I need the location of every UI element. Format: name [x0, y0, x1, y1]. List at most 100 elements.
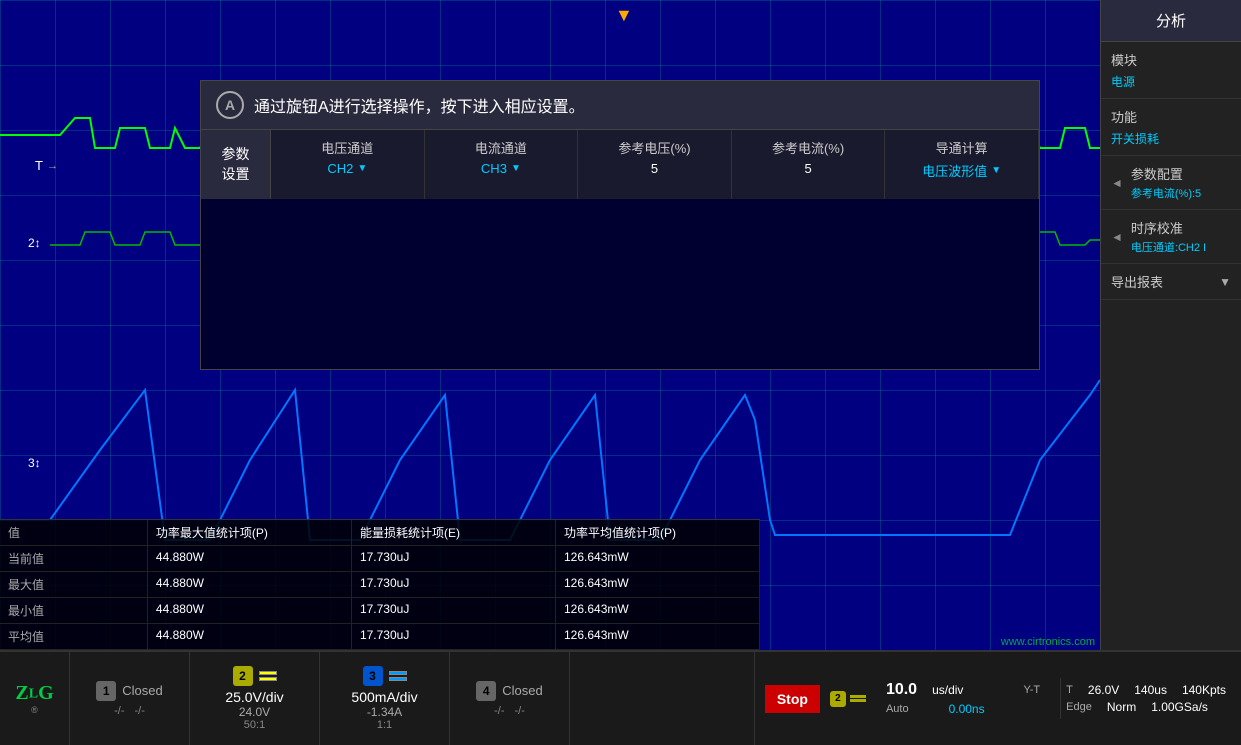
time-calibrate-sub: 电压通道:CH2 I: [1131, 239, 1231, 255]
param-col-header-ref-voltage: 参考电压(%): [618, 138, 690, 157]
stats-pavg-2: 126.643mW: [556, 598, 760, 623]
toolbar-spacer: [570, 652, 754, 745]
popup-header: A 通过旋钮A进行选择操作，按下进入相应设置。: [201, 81, 1039, 130]
trigger-arrow: ▼: [615, 5, 633, 26]
param-col-current[interactable]: 电流通道 CH3 ▼: [425, 130, 579, 199]
oscilloscope-display: ▼ T → 2↕ 3↕ A 通过旋钮A进行选择操作，按下进入相应设置。 参数设置…: [0, 0, 1100, 650]
stats-pmax-2: 44.880W: [148, 598, 352, 623]
ch1-sub1: -/-: [114, 705, 124, 717]
module-label: 模块: [1111, 50, 1231, 69]
popup-title: 通过旋钮A进行选择操作，按下进入相应设置。: [254, 93, 585, 117]
param-col-conduction-calc[interactable]: 导通计算 电压波形值 ▼: [885, 130, 1039, 199]
param-col-value-ref-voltage: 5: [651, 161, 658, 176]
trigger-t-label: T: [1066, 684, 1073, 696]
stats-pavg-0: 126.643mW: [556, 546, 760, 571]
stats-energy-0: 17.730uJ: [352, 546, 556, 571]
param-col-voltage[interactable]: 电压通道 CH2 ▼: [271, 130, 425, 199]
channel-1-section: 1 Closed -/- -/-: [70, 652, 190, 745]
norm-label: Norm: [1107, 700, 1136, 714]
param-col-header-ref-current: 参考电流(%): [772, 138, 844, 157]
sample-rate: 1.00GSa/s: [1151, 700, 1208, 714]
param-config-arrow: ◄: [1111, 176, 1123, 190]
param-col-header-current: 电流通道: [475, 138, 527, 157]
popup-content: [201, 199, 1039, 369]
stop-button[interactable]: Stop: [765, 685, 820, 713]
auto-label: Auto: [886, 703, 909, 715]
switch-loss-label: 开关损耗: [1111, 130, 1231, 147]
stats-table: 值 功率最大值统计项(P) 能量损耗统计项(E) 功率平均值统计项(P) 当前值…: [0, 519, 760, 650]
stats-header-label: 值: [0, 520, 148, 545]
power-label: 电源: [1111, 73, 1231, 90]
stats-pavg-1: 126.643mW: [556, 572, 760, 597]
param-table: 参数设置 电压通道 CH2 ▼ 电流通道 CH3 ▼ 参考电压(%) 5: [201, 130, 1039, 199]
channel-2-section: 2 25.0V/div 24.0V 50:1: [190, 652, 320, 745]
ch2-trigger-badge: 2: [830, 691, 846, 707]
param-col-value-ref-current: 5: [804, 161, 811, 176]
ch1-badge: 1: [96, 681, 116, 701]
ch3-marker: 3↕: [28, 455, 41, 470]
stop-section: Stop 2 10.0 us/div Y-T Auto 0.00ns: [754, 652, 1241, 745]
export-report-text: 导出报表: [1111, 272, 1163, 291]
ch4-badge: 4: [476, 681, 496, 701]
popup-icon: A: [216, 91, 244, 119]
ch4-status: Closed: [502, 683, 542, 698]
bottom-toolbar: ZLG ® 1 Closed -/- -/- 2 25.0V/div 24.0V…: [0, 650, 1241, 745]
stats-pmax-3: 44.880W: [148, 624, 352, 649]
time-calibrate-arrow: ◄: [1111, 230, 1123, 244]
param-config-sub: 参考电流(%):5: [1131, 185, 1231, 201]
stats-pmax-0: 44.880W: [148, 546, 352, 571]
stats-header-row: 值 功率最大值统计项(P) 能量损耗统计项(E) 功率平均值统计项(P): [0, 520, 760, 546]
function-label: 功能: [1111, 107, 1231, 126]
bottom-right-info: 10.0 us/div Y-T Auto 0.00ns: [876, 676, 1050, 721]
watermark: www.cirtronics.com: [1001, 636, 1095, 648]
ch2-indicator-group: 2: [830, 691, 866, 707]
ch2-marker: 2↕: [28, 235, 41, 250]
stats-energy-3: 17.730uJ: [352, 624, 556, 649]
edge-type-label: Edge: [1066, 701, 1092, 713]
right-panel: 分析 模块 电源 功能 开关损耗 ◄ 参数配置 参考电流(%):5 ◄ 时序校准…: [1100, 0, 1241, 650]
param-col-value-conduction: 电压波形值 ▼: [922, 161, 1001, 180]
export-report-item[interactable]: 导出报表 ▼: [1101, 264, 1241, 300]
stats-label-2: 最小值: [0, 598, 148, 623]
stats-row-2: 最小值 44.880W 17.730uJ 126.643mW: [0, 598, 760, 624]
ch2-badge: 2: [233, 666, 253, 686]
t-marker: T →: [35, 158, 58, 173]
stats-row-0: 当前值 44.880W 17.730uJ 126.643mW: [0, 546, 760, 572]
popup-dialog: A 通过旋钮A进行选择操作，按下进入相应设置。 参数设置 电压通道 CH2 ▼ …: [200, 80, 1040, 370]
channel-3-section: 3 500mA/div -1.34A 1:1: [320, 652, 450, 745]
trigger-pts: 140Kpts: [1182, 683, 1226, 697]
y-t-label: Y-T: [1023, 684, 1040, 696]
ch1-status: Closed: [122, 683, 162, 698]
time-calibrate-item[interactable]: ◄ 时序校准 电压通道:CH2 I: [1101, 210, 1241, 264]
param-col-ref-voltage[interactable]: 参考电压(%) 5: [578, 130, 732, 199]
offset-val: 0.00ns: [949, 702, 985, 716]
channel-4-section: 4 Closed -/- -/-: [450, 652, 570, 745]
param-col-value-current: CH3 ▼: [481, 161, 521, 176]
ch3-vol-div: 500mA/div: [351, 689, 417, 705]
time-div-unit: us/div: [932, 683, 963, 697]
trigger-info: T 26.0V 140us 140Kpts Edge Norm 1.00GSa/…: [1060, 678, 1231, 719]
stats-header-p-max: 功率最大值统计项(P): [148, 520, 352, 545]
stats-pmax-1: 44.880W: [148, 572, 352, 597]
ch4-sub1: -/-: [494, 705, 504, 717]
right-panel-title: 分析: [1101, 0, 1241, 42]
ch3-current: -1.34A: [367, 705, 402, 719]
right-panel-function: 功能 开关损耗: [1101, 99, 1241, 156]
ch4-sub2: -/-: [515, 705, 525, 717]
stats-row-1: 最大值 44.880W 17.730uJ 126.643mW: [0, 572, 760, 598]
stats-row-3: 平均值 44.880W 17.730uJ 126.643mW: [0, 624, 760, 650]
ch2-offset: 24.0V: [239, 705, 270, 719]
param-col-header-voltage: 电压通道: [321, 138, 373, 157]
param-label: 参数设置: [201, 130, 271, 199]
stats-energy-2: 17.730uJ: [352, 598, 556, 623]
stats-label-1: 最大值: [0, 572, 148, 597]
stats-pavg-3: 126.643mW: [556, 624, 760, 649]
time-div-value: 10.0: [886, 681, 917, 699]
stats-energy-1: 17.730uJ: [352, 572, 556, 597]
param-config-item[interactable]: ◄ 参数配置 参考电流(%):5: [1101, 156, 1241, 210]
ch1-sub2: -/-: [135, 705, 145, 717]
ch3-badge: 3: [363, 666, 383, 686]
ch3-scale: 1:1: [377, 719, 392, 731]
export-arrow: ▼: [1219, 275, 1231, 289]
param-col-ref-current[interactable]: 参考电流(%) 5: [732, 130, 886, 199]
